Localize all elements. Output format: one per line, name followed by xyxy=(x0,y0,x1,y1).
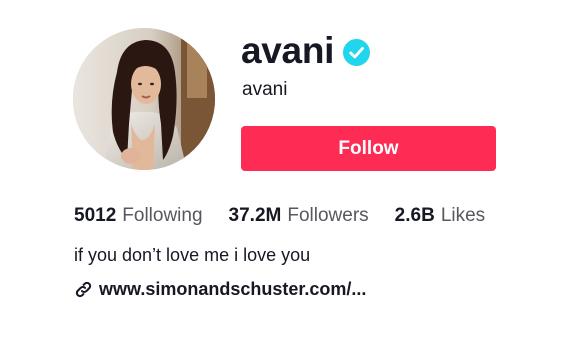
followers-label: Followers xyxy=(287,205,369,226)
nickname: avani xyxy=(242,79,288,100)
following-stat[interactable]: 5012 Following xyxy=(74,203,203,229)
bio-text: if you don’t love me i love you xyxy=(74,245,311,265)
likes-count: 2.6B xyxy=(394,205,435,226)
avatar[interactable] xyxy=(73,28,215,170)
followers-stat[interactable]: 37.2M Followers xyxy=(229,203,369,229)
following-label: Following xyxy=(122,205,203,226)
link-icon xyxy=(75,281,92,297)
follow-button[interactable]: Follow xyxy=(241,126,496,171)
likes-stat: 2.6B Likes xyxy=(395,203,486,229)
verified-check-icon xyxy=(343,38,371,66)
likes-label: Likes xyxy=(440,205,486,226)
username: avani xyxy=(241,30,335,71)
followers-count: 37.2M xyxy=(228,205,282,226)
title-row: avani xyxy=(241,27,371,75)
profile-header: avani avani Follow 5012 Following 37.2M … xyxy=(0,0,582,338)
bio-link[interactable]: www.simonandschuster.com/... xyxy=(74,277,366,301)
stats-row: 5012 Following 37.2M Followers 2.6B Like… xyxy=(74,203,485,229)
following-count: 5012 xyxy=(74,205,117,226)
avatar-photo xyxy=(73,28,215,170)
link-url[interactable]: www.simonandschuster.com/... xyxy=(99,277,366,301)
